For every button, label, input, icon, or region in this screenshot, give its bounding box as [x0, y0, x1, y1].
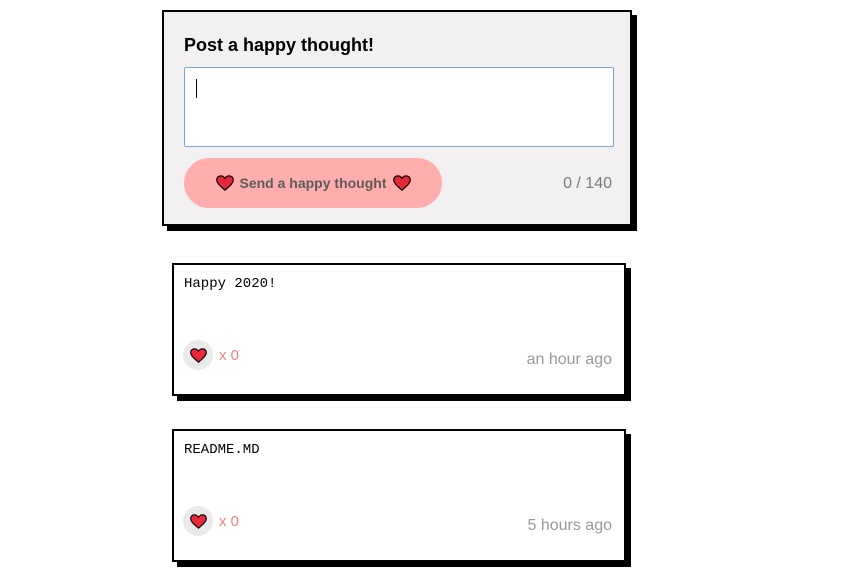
page: Post a happy thought! Send a happy thoug…: [0, 0, 863, 574]
thought-message: README.MD: [184, 442, 260, 458]
heart-icon: [392, 175, 411, 191]
posted-time: 5 hours ago: [527, 517, 612, 534]
posted-time: an hour ago: [526, 351, 612, 368]
text-caret: [196, 79, 197, 98]
thought-message: Happy 2020!: [184, 276, 277, 292]
heart-icon: [189, 513, 207, 529]
form-title: Post a happy thought!: [184, 35, 374, 55]
send-button-label: Send a happy thought: [239, 175, 387, 191]
like-count: x 0: [219, 513, 240, 530]
like-button[interactable]: [183, 340, 213, 370]
thought-input[interactable]: [184, 67, 614, 147]
post-thought-form: Post a happy thought! Send a happy thoug…: [162, 10, 632, 226]
heart-icon: [189, 347, 207, 363]
like-button[interactable]: [183, 506, 213, 536]
like-count: x 0: [219, 347, 240, 364]
heart-icon: [215, 175, 234, 191]
thought-card: Happy 2020! x 0 an hour ago: [172, 263, 626, 396]
character-counter: 0 / 140: [563, 175, 612, 192]
send-thought-button[interactable]: Send a happy thought: [184, 158, 442, 208]
thought-card: README.MD x 0 5 hours ago: [172, 429, 626, 562]
